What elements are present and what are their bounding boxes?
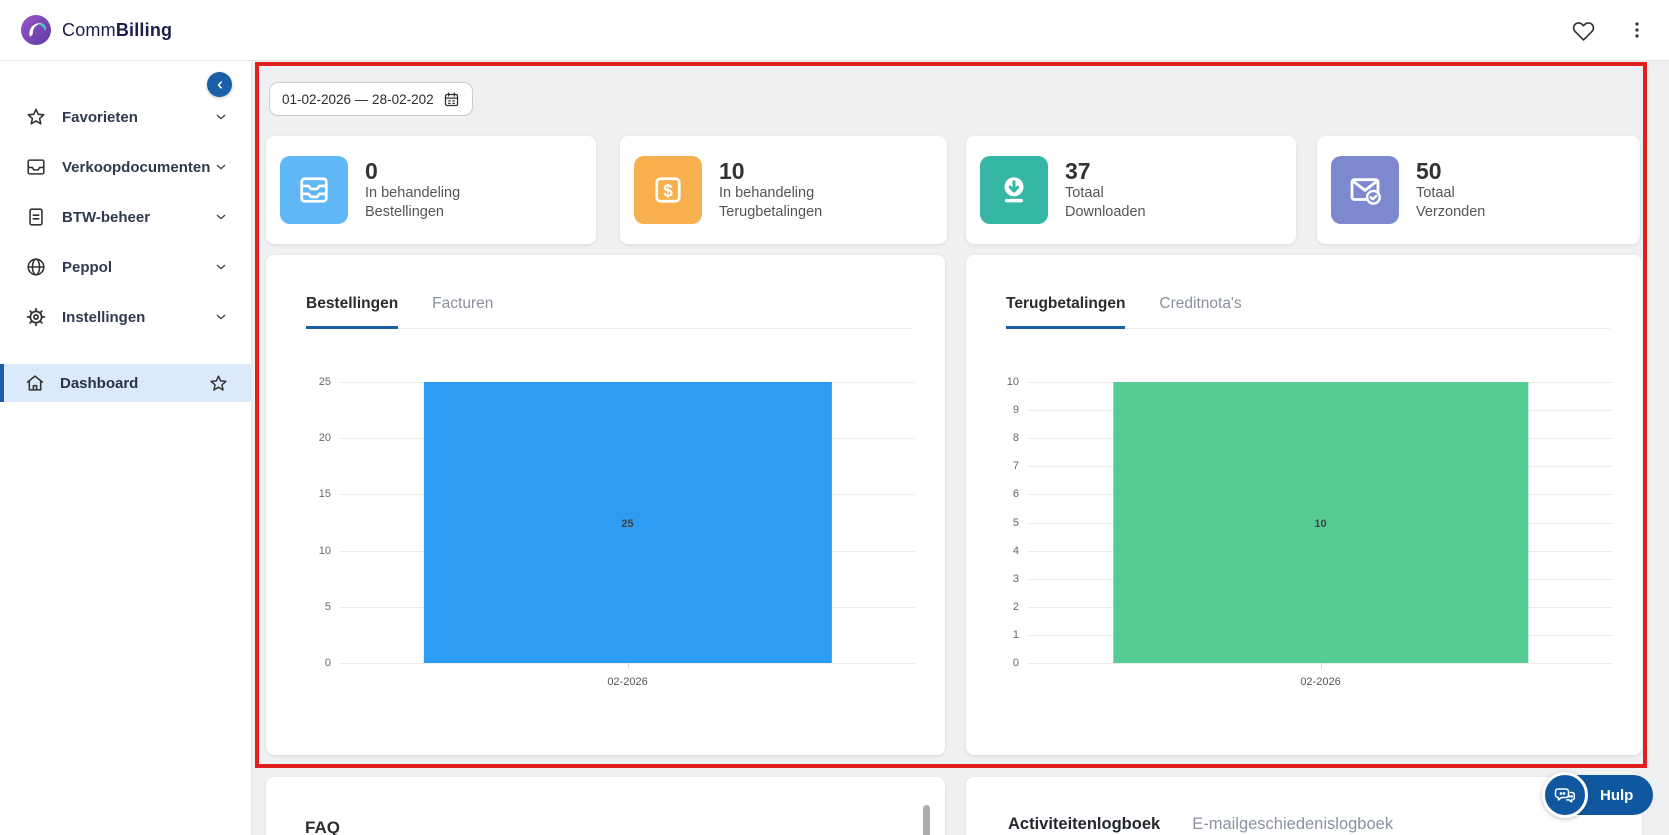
mail-check-icon <box>1331 156 1399 224</box>
chevron-down-icon <box>213 109 229 125</box>
tab-facturen[interactable]: Facturen <box>432 295 493 328</box>
date-range-value: 01-02-2026 — 28-02-202 <box>282 92 434 107</box>
stat-card-total-downloads: 37 TotaalDownloaden <box>966 136 1296 244</box>
chevron-down-icon <box>213 259 229 275</box>
home-icon <box>24 372 46 394</box>
sidebar-item-label: Verkoopdocumenten <box>62 159 210 176</box>
app-header: CommBilling <box>0 0 1669 61</box>
faq-title: FAQ <box>305 818 340 835</box>
stat-label: TotaalVerzonden <box>1416 184 1485 222</box>
refunds-bar-chart: 0123456789101002-2026 <box>1028 382 1613 663</box>
sidebar-item-btw-beheer[interactable]: BTW-beheer <box>0 195 251 239</box>
sidebar: Favorieten Verkoopdocumenten <box>0 61 252 835</box>
help-button[interactable]: Hulp <box>1542 772 1653 818</box>
date-range-picker[interactable]: 01-02-2026 — 28-02-202 <box>269 82 473 116</box>
faq-scrollbar[interactable] <box>923 805 930 835</box>
sidebar-item-label: Dashboard <box>60 375 138 392</box>
chat-icon <box>1542 772 1588 818</box>
kebab-menu-icon[interactable] <box>1623 16 1651 44</box>
stat-card-pending-refunds: $ 10 In behandelingTerugbetalingen <box>620 136 947 244</box>
favorite-star-icon[interactable] <box>208 373 229 394</box>
sidebar-item-dashboard[interactable]: Dashboard <box>0 364 251 402</box>
sidebar-item-label: Peppol <box>62 259 112 276</box>
tab-emailgeschiedenislogboek[interactable]: E-mailgeschiedenislogboek <box>1192 815 1393 834</box>
chevron-down-icon <box>213 209 229 225</box>
sidebar-item-label: Favorieten <box>62 109 138 126</box>
sidebar-item-label: BTW-beheer <box>62 209 150 226</box>
tab-creditnotas[interactable]: Creditnota's <box>1159 295 1241 328</box>
calendar-icon <box>443 91 460 108</box>
refunds-chart-card: Terugbetalingen Creditnota's 01234567891… <box>966 255 1642 755</box>
archive-icon <box>280 156 348 224</box>
help-button-label: Hulp <box>1600 787 1633 804</box>
stat-card-pending-orders: 0 In behandelingBestellingen <box>266 136 596 244</box>
dashboard-main: 01-02-2026 — 28-02-202 0 In behandelingB… <box>252 61 1669 835</box>
sidebar-collapse-button[interactable] <box>207 72 232 97</box>
stat-value: 0 <box>365 158 460 184</box>
sidebar-item-label: Instellingen <box>62 309 145 326</box>
inbox-icon <box>24 156 48 178</box>
stat-card-total-sent: 50 TotaalVerzonden <box>1317 136 1640 244</box>
stat-value: 50 <box>1416 158 1485 184</box>
globe-icon <box>24 256 48 278</box>
sidebar-item-instellingen[interactable]: Instellingen <box>0 295 251 339</box>
chevron-down-icon <box>213 159 229 175</box>
brand-logo[interactable]: CommBilling <box>20 14 172 46</box>
heart-icon[interactable] <box>1569 16 1597 44</box>
star-icon <box>24 106 48 128</box>
stat-label: In behandelingTerugbetalingen <box>719 184 822 222</box>
faq-card: FAQ <box>266 777 945 835</box>
tab-bestellingen[interactable]: Bestellingen <box>306 295 398 329</box>
brand-name: CommBilling <box>62 20 172 41</box>
dollar-icon: $ <box>634 156 702 224</box>
svg-text:$: $ <box>663 180 673 200</box>
stat-label: In behandelingBestellingen <box>365 184 460 222</box>
orders-chart-card: Bestellingen Facturen 05101520252502-202… <box>266 255 945 755</box>
commbilling-logo-icon <box>20 14 52 46</box>
gear-icon <box>24 306 48 328</box>
tab-terugbetalingen[interactable]: Terugbetalingen <box>1006 295 1125 329</box>
tab-activiteitenlogboek[interactable]: Activiteitenlogboek <box>1008 815 1160 834</box>
stat-label: TotaalDownloaden <box>1065 184 1146 222</box>
sidebar-item-verkoopdocumenten[interactable]: Verkoopdocumenten <box>0 145 251 189</box>
sidebar-item-peppol[interactable]: Peppol <box>0 245 251 289</box>
chevron-down-icon <box>213 309 229 325</box>
orders-bar-chart: 05101520252502-2026 <box>340 382 915 663</box>
document-icon <box>24 206 48 228</box>
activity-log-card: Activiteitenlogboek E-mailgeschiedenislo… <box>966 777 1642 835</box>
stat-value: 10 <box>719 158 822 184</box>
stat-value: 37 <box>1065 158 1146 184</box>
sidebar-item-favorieten[interactable]: Favorieten <box>0 95 251 139</box>
download-icon <box>980 156 1048 224</box>
